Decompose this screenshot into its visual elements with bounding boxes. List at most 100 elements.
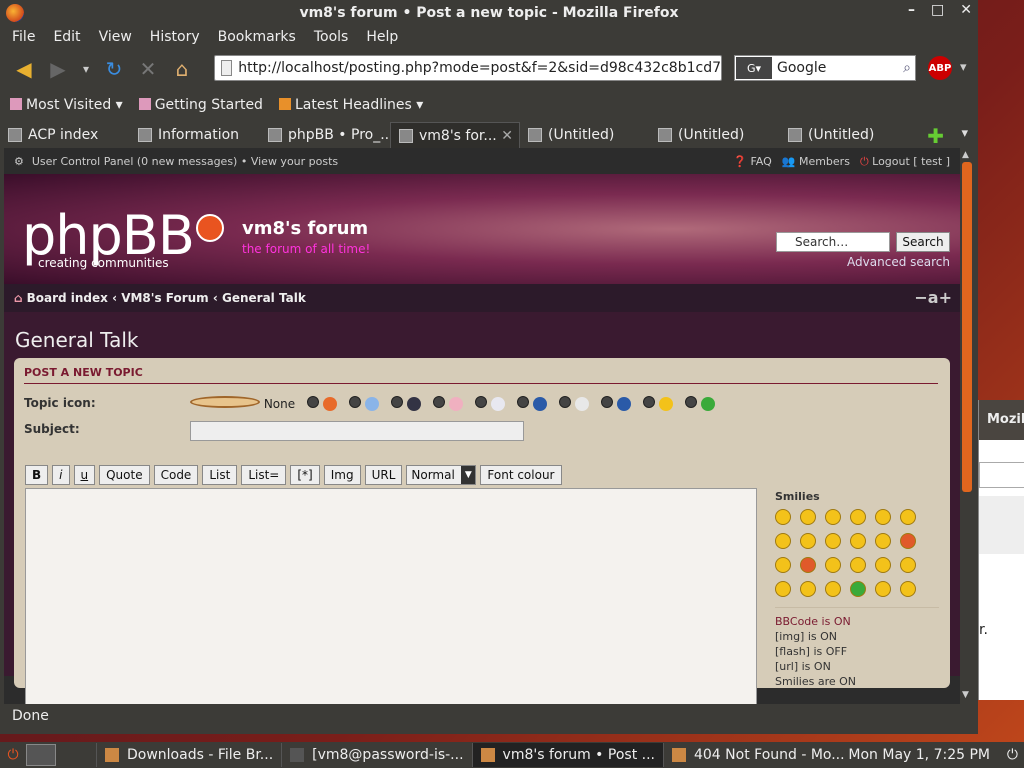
history-dropdown-icon[interactable]: ▾ [78,55,94,83]
advanced-search-link[interactable]: Advanced search [847,255,950,269]
bookmark-most-visited[interactable]: Most Visited ▾ [10,97,123,113]
smiley-icon[interactable] [775,557,791,573]
smiley-icon[interactable] [875,509,891,525]
background-window[interactable]: Mozil r. [978,400,1024,700]
task-firefox-404[interactable]: 404 Not Found - Mo... [662,743,853,767]
topic-icon-grin[interactable] [685,396,716,411]
members-link[interactable]: 👥 Members [782,155,850,169]
task-firefox-forum[interactable]: vm8's forum • Post ... [471,743,663,767]
tab-list-icon[interactable]: ▾ [961,126,968,141]
smiley-icon[interactable] [825,557,841,573]
tab-acp-index[interactable]: ACP index [0,122,130,148]
close-tab-icon[interactable]: ✕ [501,128,513,144]
smiley-icon[interactable] [900,533,916,549]
smiley-icon[interactable] [775,509,791,525]
code-button[interactable]: Code [153,465,199,485]
smiley-icon[interactable] [875,533,891,549]
font-size-select[interactable]: Normal ▼ [406,465,477,485]
tab-untitled-3[interactable]: (Untitled) [780,122,910,148]
adblock-icon[interactable]: ABP [928,56,952,80]
smiley-icon[interactable] [900,509,916,525]
italic-button[interactable]: i [52,465,70,485]
bookmark-latest-headlines[interactable]: Latest Headlines ▾ [278,97,423,113]
topic-icon-fire[interactable] [307,396,338,411]
adblock-dropdown-icon[interactable]: ▾ [960,60,967,75]
firefox-launcher-icon[interactable] [26,744,56,766]
topic-icon-star[interactable] [349,396,380,411]
radio-button[interactable] [349,396,362,408]
smiley-icon[interactable] [900,581,916,597]
topic-icon-smile[interactable] [643,396,674,411]
radio-button[interactable] [685,396,698,408]
page-title[interactable]: General Talk [15,328,138,352]
subject-input[interactable] [190,421,524,441]
smiley-icon[interactable] [825,581,841,597]
img-button[interactable]: Img [323,465,361,485]
forum-search-button[interactable]: Search [896,232,950,252]
smiley-icon[interactable] [800,581,816,597]
topic-icon-question[interactable] [517,396,548,411]
tab-untitled-2[interactable]: (Untitled) [650,122,780,148]
smiley-icon[interactable] [800,533,816,549]
radio-button[interactable] [601,396,614,408]
radio-button[interactable] [643,396,656,408]
smiley-icon[interactable] [850,509,866,525]
smiley-icon[interactable] [850,557,866,573]
breadcrumb-text[interactable]: Board index ‹ VM8's Forum ‹ General Talk [27,291,306,305]
radio-button[interactable] [190,396,260,408]
maximize-button[interactable]: □ [931,2,944,18]
topic-icon-speech[interactable] [475,396,506,411]
minimize-button[interactable]: – [908,2,915,18]
menu-help[interactable]: Help [366,29,398,45]
new-tab-icon[interactable]: ✚ [927,124,944,148]
smiley-icon[interactable] [875,557,891,573]
scrollbar-thumb[interactable] [962,162,972,492]
message-textarea[interactable] [25,488,757,704]
faq-link[interactable]: ❓ FAQ [733,155,772,169]
font-resize-control[interactable]: −a+ [914,288,952,307]
list-item-button[interactable]: [*] [290,465,320,485]
smiley-icon[interactable] [850,581,866,597]
url-button[interactable]: URL [364,465,403,485]
topic-icon-radioactive[interactable] [391,396,422,411]
smiley-icon[interactable] [875,581,891,597]
smiley-icon[interactable] [900,557,916,573]
reload-icon[interactable]: ↻ [100,55,128,83]
menu-edit[interactable]: Edit [53,29,80,45]
task-downloads[interactable]: Downloads - File Br... [96,743,281,767]
back-icon[interactable]: ◀ [10,55,38,83]
ucp-link[interactable]: User Control Panel (0 new messages) • Vi… [32,155,338,168]
underline-button[interactable]: u [73,465,96,485]
radio-button[interactable] [307,396,320,408]
radio-button[interactable] [517,396,530,408]
menu-file[interactable]: File [12,29,35,45]
scroll-up-icon[interactable]: ▲ [962,150,969,160]
menu-bookmarks[interactable]: Bookmarks [218,29,296,45]
radio-button[interactable] [559,396,572,408]
url-bar[interactable]: http://localhost/posting.php?mode=post&f… [214,55,722,81]
search-bar[interactable]: G▾ Google ⌕ [734,55,916,81]
home-icon[interactable]: ⌂ [168,55,196,83]
topic-icon-none-option[interactable]: None [190,396,295,411]
smiley-icon[interactable] [850,533,866,549]
menu-tools[interactable]: Tools [314,29,349,45]
show-desktop-icon[interactable]: ⏻ [0,747,26,763]
topic-icon-heart[interactable] [433,396,464,411]
task-terminal[interactable]: [vm8@password-is-... [281,743,471,767]
smiley-icon[interactable] [775,581,791,597]
smiley-icon[interactable] [825,533,841,549]
bbcode-link[interactable]: BBCode is ON [775,615,851,628]
menu-history[interactable]: History [150,29,200,45]
forum-search-input[interactable]: Search… [776,232,890,252]
search-icon[interactable]: ⌕ [903,60,915,76]
smiley-icon[interactable] [800,557,816,573]
smiley-icon[interactable] [775,533,791,549]
stop-icon[interactable]: ✕ [134,55,162,83]
tab-untitled-1[interactable]: (Untitled) [520,122,650,148]
close-button[interactable]: ✕ [960,2,972,18]
logout-link[interactable]: ⏻ Logout [ test ] [860,155,950,169]
radio-button[interactable] [475,396,488,408]
tab-phpbb[interactable]: phpBB • Pro_... [260,122,390,148]
radio-button[interactable] [433,396,446,408]
radio-button[interactable] [391,396,404,408]
